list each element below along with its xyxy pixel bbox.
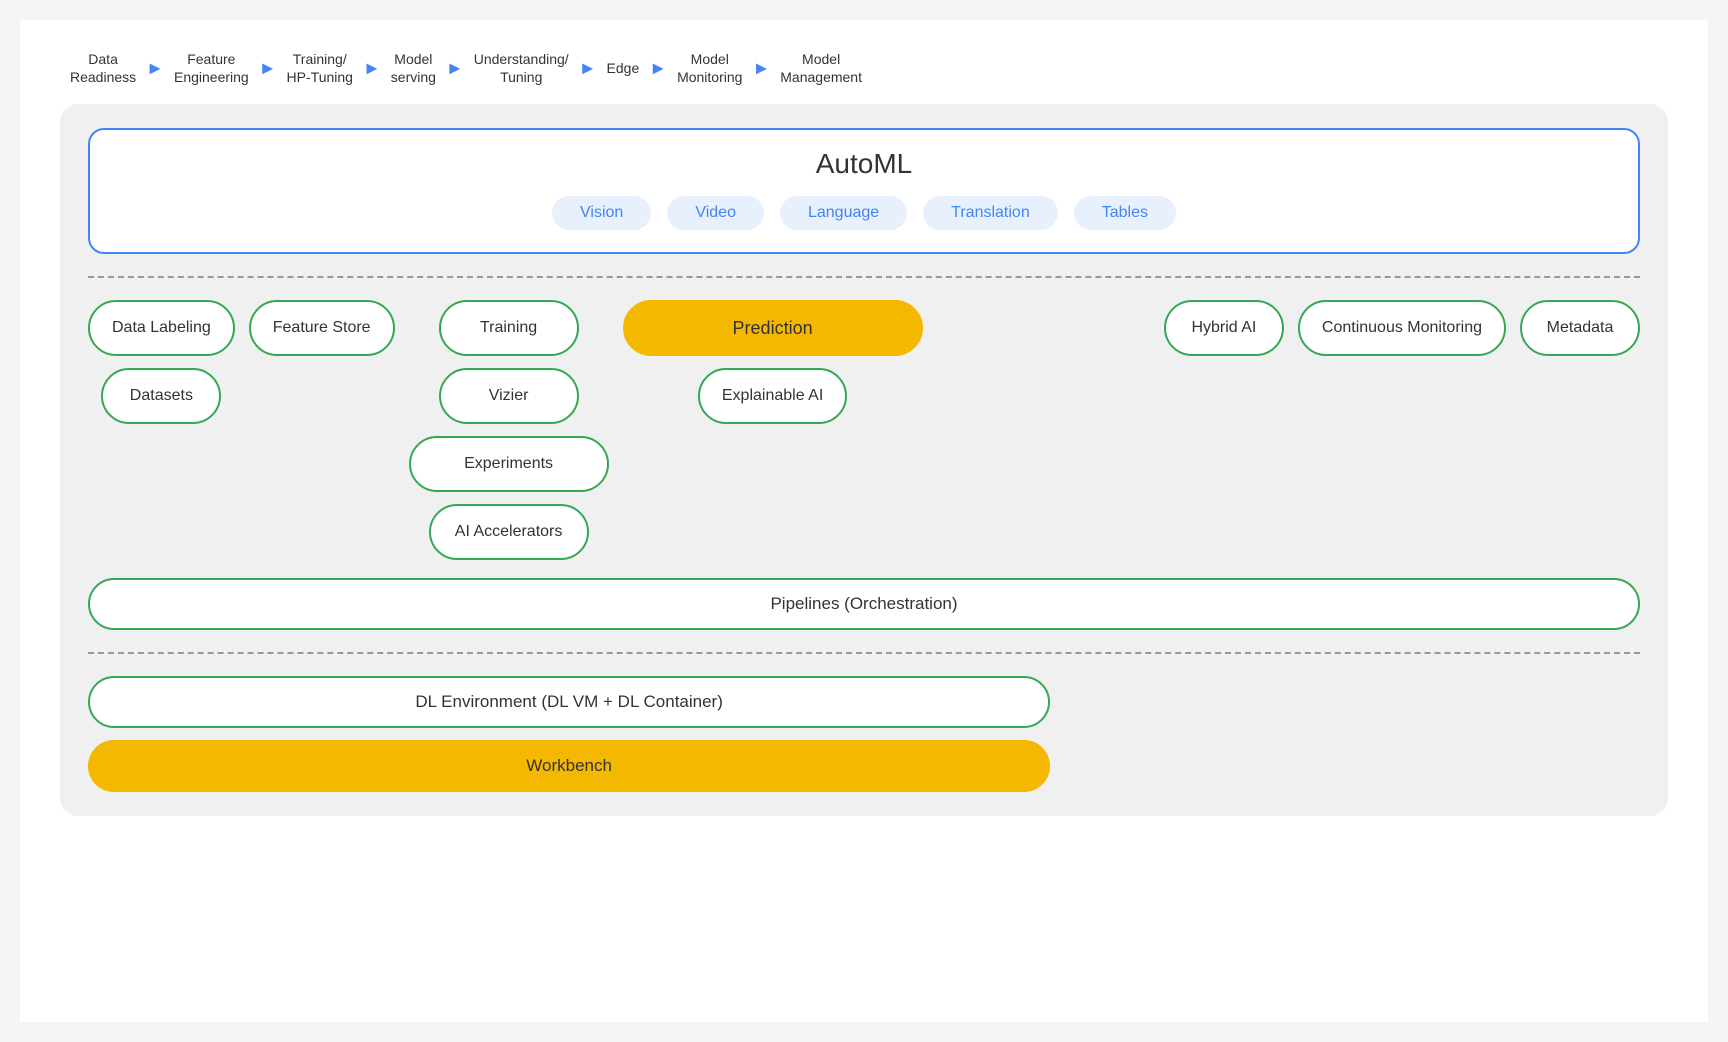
pipeline-step-model-serving: Model serving: [391, 50, 436, 86]
pill-feature-store: Feature Store: [249, 300, 395, 356]
dl-section: DL Environment (DL VM + DL Container) Wo…: [88, 676, 1640, 792]
page-wrapper: Data Readiness ► Feature Engineering ► T…: [20, 20, 1708, 1022]
col-training: Training Vizier Experiments AI Accelerat…: [409, 300, 609, 560]
workbench-bar: Workbench: [88, 740, 1050, 792]
pipeline-step-model-mgmt: Model Management: [780, 50, 862, 86]
arrow-2: ►: [259, 58, 277, 79]
automl-section: AutoML Vision Video Language Translation…: [88, 128, 1640, 254]
col-continuous-monitoring: Continuous Monitoring: [1298, 300, 1506, 356]
pipelines-bar: Pipelines (Orchestration): [88, 578, 1640, 630]
pipeline-step-feature-eng: Feature Engineering: [174, 50, 249, 86]
components-area: Data Labeling Datasets Feature Store Tra…: [88, 300, 1640, 630]
pill-experiments: Experiments: [409, 436, 609, 492]
col-hybrid-ai: Hybrid AI: [1164, 300, 1284, 356]
pill-explainable-ai: Explainable AI: [698, 368, 847, 424]
pipeline-step-model-monitoring: Model Monitoring: [677, 50, 742, 86]
automl-title: AutoML: [114, 148, 1614, 180]
col-data-labeling: Data Labeling Datasets: [88, 300, 235, 424]
pipeline-step-edge: Edge: [607, 59, 640, 77]
arrow-6: ►: [649, 58, 667, 79]
pill-metadata: Metadata: [1520, 300, 1640, 356]
pill-data-labeling: Data Labeling: [88, 300, 235, 356]
pipeline-step-data-readiness: Data Readiness: [70, 50, 136, 86]
col-prediction: Prediction Explainable AI: [623, 300, 923, 424]
pill-datasets: Datasets: [101, 368, 221, 424]
dashed-separator-1: [88, 276, 1640, 278]
dl-env-bar: DL Environment (DL VM + DL Container): [88, 676, 1050, 728]
arrow-5: ►: [579, 58, 597, 79]
chip-tables: Tables: [1074, 196, 1176, 230]
pill-continuous-monitoring: Continuous Monitoring: [1298, 300, 1506, 356]
main-diagram: AutoML Vision Video Language Translation…: [60, 104, 1668, 816]
chip-language: Language: [780, 196, 907, 230]
arrow-4: ►: [446, 58, 464, 79]
arrow-7: ►: [752, 58, 770, 79]
pipeline-bar: Data Readiness ► Feature Engineering ► T…: [60, 50, 1668, 86]
dashed-separator-2: [88, 652, 1640, 654]
components-flex: Data Labeling Datasets Feature Store Tra…: [88, 300, 1640, 560]
pipeline-step-understanding: Understanding/ Tuning: [474, 50, 569, 86]
arrow-1: ►: [146, 58, 164, 79]
chip-translation: Translation: [923, 196, 1058, 230]
pill-vizier: Vizier: [439, 368, 579, 424]
pipeline-step-training: Training/ HP-Tuning: [287, 50, 353, 86]
col-feature-store: Feature Store: [249, 300, 395, 356]
col-metadata: Metadata: [1520, 300, 1640, 356]
pill-training: Training: [439, 300, 579, 356]
arrow-3: ►: [363, 58, 381, 79]
automl-chips: Vision Video Language Translation Tables: [114, 196, 1614, 230]
pill-prediction: Prediction: [623, 300, 923, 356]
chip-video: Video: [667, 196, 764, 230]
chip-vision: Vision: [552, 196, 651, 230]
pill-ai-accelerators: AI Accelerators: [429, 504, 589, 560]
pill-hybrid-ai: Hybrid AI: [1164, 300, 1284, 356]
